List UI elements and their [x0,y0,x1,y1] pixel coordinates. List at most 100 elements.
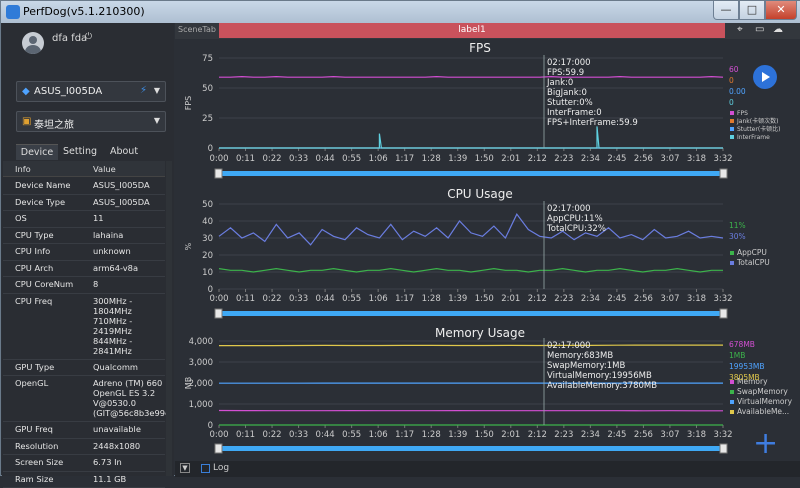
sidebar-tabs: Device Setting About [16,144,166,160]
x-tick-label: 2:45 [607,294,626,304]
range-slider-track [219,171,723,176]
legend-swatch [730,390,734,394]
x-tick-label: 3:07 [660,154,679,164]
log-label: Log [213,463,229,473]
row-value: unavailable [93,424,141,434]
chevron-down-icon: ▼ [154,86,160,95]
x-tick-label: 3:32 [713,154,732,164]
current-value: 1MB [729,351,745,360]
sidebar-scrollbar[interactable] [166,161,172,476]
x-tick-label: 2:34 [581,154,600,164]
connection-icon[interactable]: ⚡ [140,85,147,96]
x-tick-label: 0:22 [263,294,282,304]
y-tick-label: 3,000 [189,358,213,368]
device-info-table: Info Value Device NameASUS_I005DADevice … [3,161,172,476]
row-key: GPU Type [15,362,54,372]
y-tick-label: 4,000 [189,337,213,347]
device-select[interactable]: ◆ ASUS_I005DA ⚡ ▼ [16,81,166,102]
x-tick-label: 2:23 [554,430,573,440]
maximize-button[interactable]: □ [739,1,765,20]
x-tick-label: 0:00 [209,154,228,164]
row-value: 11 [93,213,104,223]
x-tick-label: 1:17 [395,154,414,164]
current-value: 0.00 [729,87,746,96]
table-row: CPU CoreNum8 [3,277,165,294]
y-tick-label: 20 [202,251,213,261]
row-value: 11.1 GB [93,474,126,484]
x-tick-label: 1:50 [475,430,494,440]
current-value: 11% [729,221,746,230]
tooltip-text: AppCPU:11% [547,214,603,224]
y-tick-label: 30 [202,234,213,244]
x-tick-label: 1:06 [369,154,388,164]
folder-icon[interactable]: ▭ [755,24,764,35]
x-tick-label: 0:44 [316,430,335,440]
table-row: CPU Arch arm64-v8a [3,261,165,278]
range-slider-track [219,446,723,451]
x-tick-label: 2:23 [554,154,573,164]
x-tick-label: 2:23 [554,294,573,304]
row-value: arm64-v8a [93,263,138,273]
x-tick-label: 0:22 [263,430,282,440]
scene-tab-label[interactable]: SceneTab [178,25,216,34]
x-tick-label: 0:33 [289,430,308,440]
legend-swatch [730,127,734,131]
x-tick-label: 1:17 [395,430,414,440]
play-button[interactable] [753,65,777,89]
x-tick-label: 2:12 [528,430,547,440]
app-select[interactable]: ▣ 泰坦之旅 ▼ [16,111,166,132]
tab-about[interactable]: About [104,144,144,160]
tooltip-text: 02:17:000 [547,341,591,351]
x-tick-label: 1:17 [395,294,414,304]
row-key: CPU Type [15,230,54,240]
tab-setting[interactable]: Setting [60,144,100,160]
x-tick-label: 0:55 [342,154,361,164]
collapse-icon[interactable]: ▼ [180,463,190,473]
row-value: Adreno (TM) 660 OpenGL ES 3.2 V@0530.0 (… [93,378,170,418]
current-value: 3805MB [729,373,760,382]
legend-swatch [730,251,734,255]
legend-label: SwapMemory [737,387,788,396]
y-tick-label: 2,000 [189,379,213,389]
avatar[interactable] [22,32,44,54]
window-title: PerfDog(v5.1.210300) [23,5,145,18]
location-icon[interactable]: ⌖ [737,24,743,35]
label-bar[interactable]: label1 [219,23,725,38]
table-row: Resolution2448x1080 [3,439,165,456]
tooltip-text: FPS+InterFrame:59.9 [547,118,638,128]
table-row: Device NameASUS_I005DA [3,178,165,195]
table-row: Ram Size11.1 GB [3,472,165,488]
x-tick-label: 2:56 [634,430,653,440]
x-tick-label: 2:56 [634,294,653,304]
minimize-button[interactable]: — [713,1,739,20]
row-value: 300MHz - 1804MHz 710MHz - 2419MHz 844MHz… [93,296,132,356]
row-key: GPU Freq [15,424,53,434]
legend-label: AppCPU [737,248,767,257]
x-tick-label: 1:50 [475,294,494,304]
chart-title: FPS [469,41,491,55]
row-value: ASUS_I005DA [93,197,150,207]
current-value: 0 [729,98,734,107]
table-row: Device Type ASUS_I005DA [3,195,165,212]
table-row: GPU Freq unavailable [3,422,165,439]
logout-icon[interactable]: ⏻ [85,32,92,42]
row-key: Device Type [15,197,65,207]
log-checkbox[interactable] [201,464,210,473]
close-button[interactable]: ✕ [765,1,797,20]
slider-handle-left [215,309,222,318]
legend-label: Stutter(卡顿比) [737,125,781,133]
x-tick-label: 1:39 [448,430,467,440]
x-tick-label: 3:07 [660,294,679,304]
x-tick-label: 0:33 [289,294,308,304]
current-value: 60 [729,65,739,74]
y-tick-label: 25 [202,114,213,124]
add-button[interactable]: + [753,431,778,457]
sidebar: dfa fda ⏻ ◆ ASUS_I005DA ⚡ ▼ ▣ 泰坦之旅 ▼ Dev… [2,23,174,476]
tooltip-text: FPS:59.9 [547,68,584,78]
tab-device[interactable]: Device [16,144,58,160]
cloud-icon[interactable]: ☁ [773,24,783,35]
legend-label: TotalCPU [736,258,770,267]
row-key: CPU Arch [15,263,53,273]
table-row: OS11 [3,211,165,228]
x-tick-label: 2:12 [528,294,547,304]
